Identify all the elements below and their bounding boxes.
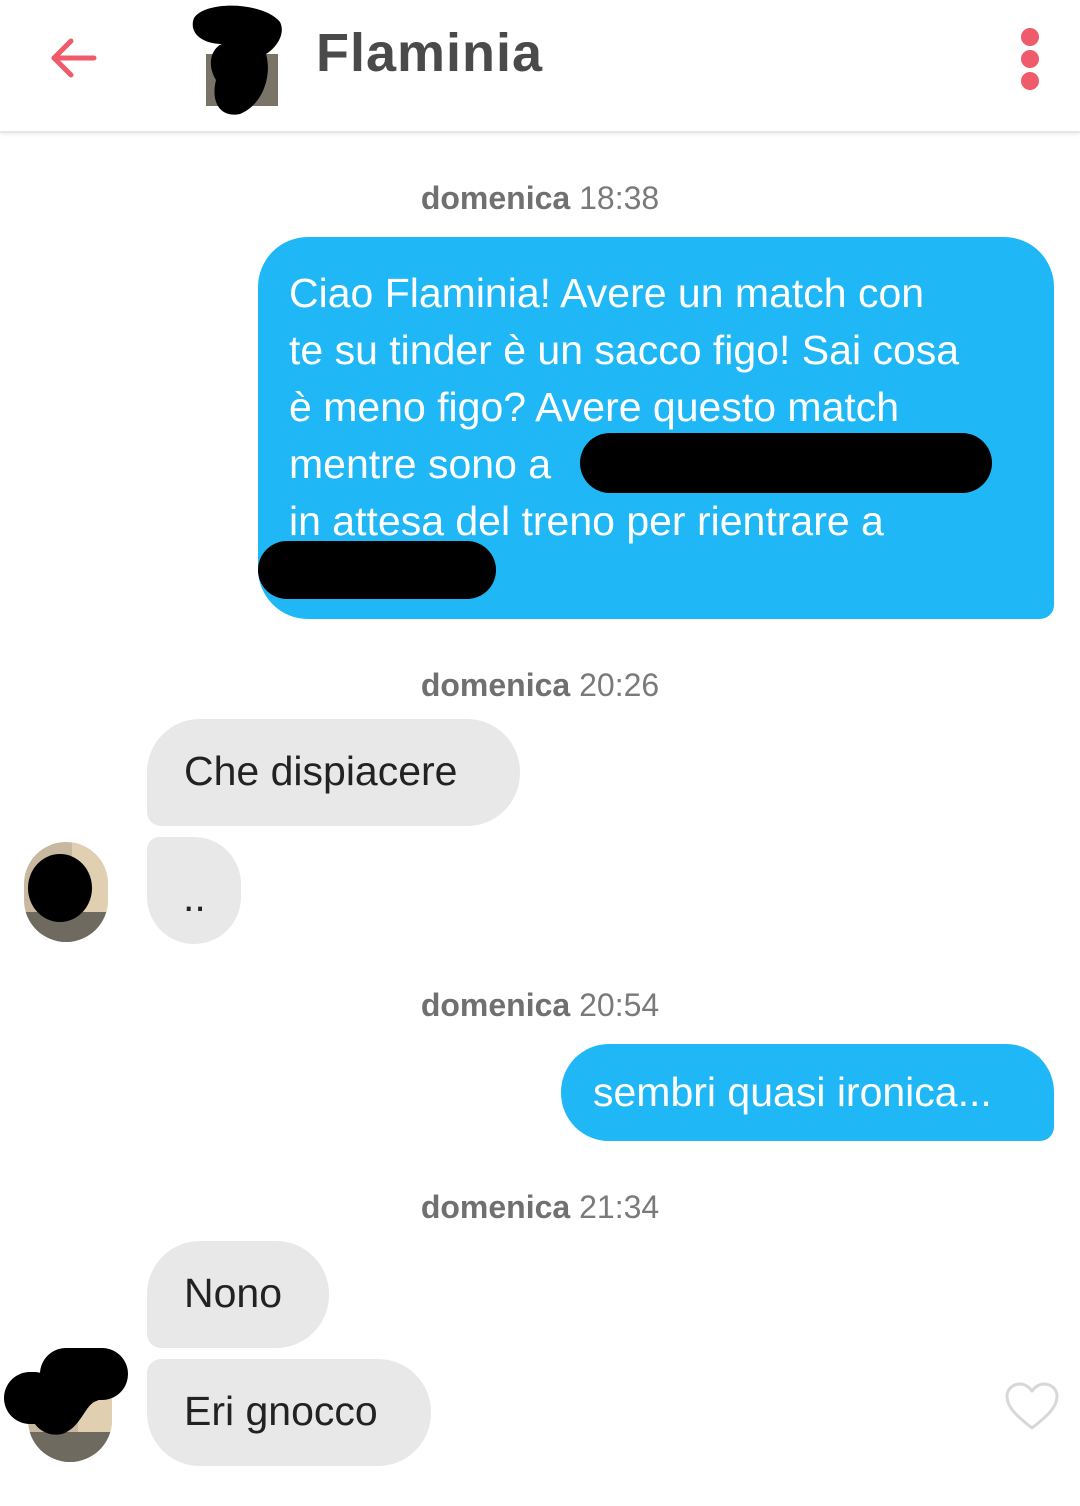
heart-outline-icon [1005,1382,1059,1430]
message-text: .. [183,874,206,920]
message-text: sembri quasi ironica... [593,1069,992,1115]
received-message-bubble[interactable]: Eri gnocco [147,1359,431,1466]
received-message-bubble[interactable]: .. [147,837,241,944]
chat-screen: Flaminia domenica 18:38 Ciao Flaminia! A… [0,0,1080,1506]
message-line: Ciao Flaminia! Avere un match con [289,270,925,316]
message-line: te su tinder è un sacco figo! Sai cosa [289,327,960,373]
received-message-bubble[interactable]: Nono [147,1241,329,1348]
chat-header: Flaminia [0,0,1080,133]
message-text: Eri gnocco [184,1388,378,1434]
redaction-mark [580,433,992,493]
message-timestamp: domenica 18:38 [420,180,660,216]
match-avatar[interactable] [186,4,286,116]
message-text: Nono [184,1270,283,1316]
match-name: Flaminia [316,23,544,83]
sender-avatar[interactable] [24,842,108,942]
message-timestamp: domenica 20:54 [420,987,660,1023]
received-message-bubble[interactable]: Che dispiacere [147,719,520,826]
message-line: mentre sono a [289,441,552,487]
message-text: Che dispiacere [184,748,458,794]
avatar-redaction [24,842,108,942]
redaction-mark [40,1348,128,1400]
message-timestamp: domenica 21:34 [420,1189,660,1225]
like-message-button[interactable] [1004,1382,1060,1432]
more-options-button[interactable] [1012,28,1048,90]
redaction-mark [258,541,496,599]
back-button[interactable] [44,28,104,88]
message-line: è meno figo? Avere questo match [289,384,900,430]
avatar-redaction [192,5,282,115]
arrow-left-icon [51,38,97,78]
sent-message-bubble[interactable]: Ciao Flaminia! Avere un match con te su … [258,237,1054,619]
sent-message-bubble[interactable]: sembri quasi ironica... [561,1044,1054,1141]
message-timestamp: domenica 20:26 [420,667,660,703]
